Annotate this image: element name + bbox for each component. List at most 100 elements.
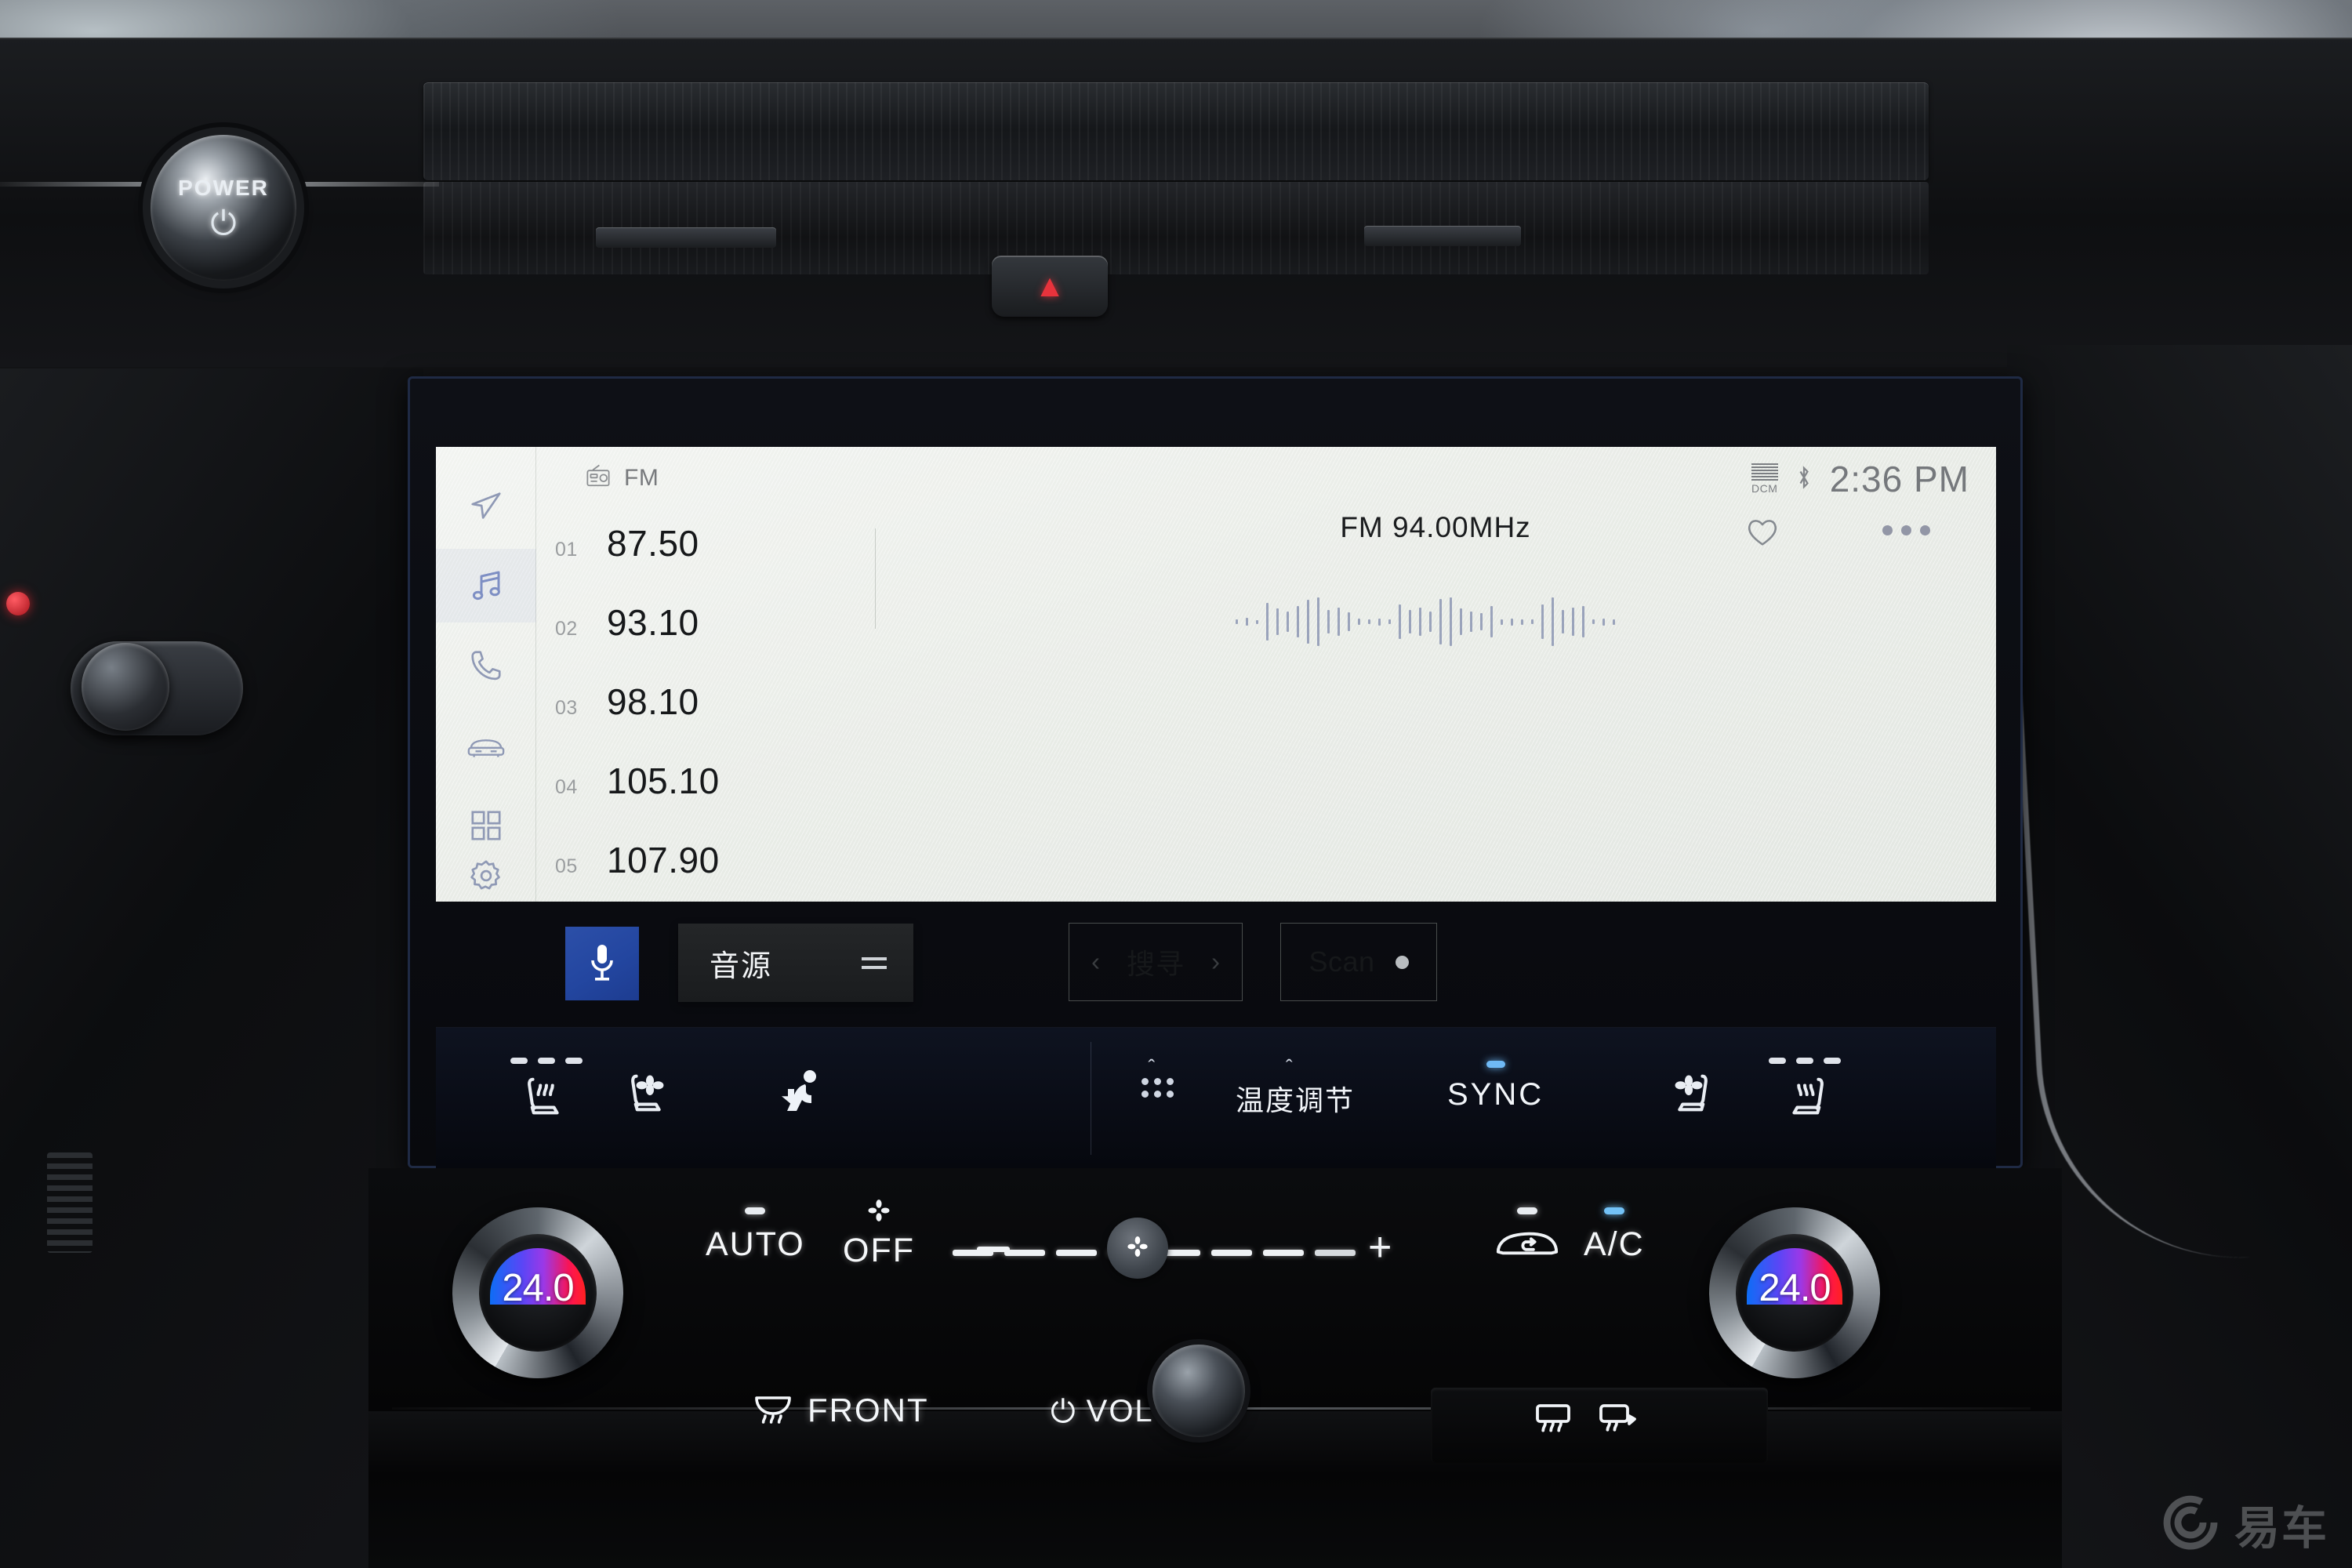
rear-defrost-icon[interactable] bbox=[1533, 1402, 1577, 1442]
fan-segment[interactable] bbox=[1056, 1250, 1097, 1256]
power-button[interactable]: POWER ⏻ bbox=[151, 135, 296, 281]
fan-segment[interactable] bbox=[953, 1250, 993, 1256]
sidebar-item-media[interactable] bbox=[436, 549, 536, 622]
auto-label: AUTO bbox=[706, 1225, 805, 1263]
seat-ventilation-icon bbox=[1663, 1069, 1715, 1121]
chevron-up-icon[interactable]: ˆ bbox=[1286, 1057, 1305, 1077]
preset-frequency: 87.50 bbox=[607, 523, 699, 564]
more-options-button[interactable] bbox=[1882, 525, 1930, 535]
fan-segment[interactable] bbox=[1211, 1250, 1252, 1256]
scan-button[interactable]: Scan bbox=[1280, 923, 1437, 1001]
hamburger-menu-icon[interactable] bbox=[862, 956, 887, 969]
preset-number: 02 bbox=[555, 618, 578, 640]
heart-outline-icon bbox=[1745, 520, 1780, 550]
preset-frequency: 93.10 bbox=[607, 602, 699, 643]
voice-assistant-button[interactable] bbox=[565, 927, 639, 1000]
left-seat-heater-level bbox=[510, 1056, 583, 1065]
volume-power-button[interactable]: ⏻ VOL bbox=[1051, 1394, 1154, 1429]
status-clock: 2:36 PM bbox=[1829, 459, 1969, 499]
rear-defrost-group[interactable] bbox=[1533, 1402, 1641, 1442]
preset-item[interactable]: 01 87.50 bbox=[555, 522, 853, 601]
left-seat-ventilation-button[interactable] bbox=[624, 1069, 676, 1121]
watermark-text: 易车 bbox=[2234, 1503, 2328, 1554]
power-button-label: POWER bbox=[178, 176, 269, 200]
navigation-arrow-icon bbox=[468, 488, 504, 524]
bluetooth-icon bbox=[1795, 463, 1813, 495]
fan-segment[interactable] bbox=[1315, 1250, 1356, 1256]
fan-icon bbox=[866, 1198, 892, 1227]
airflow-grid-button[interactable]: ˆ bbox=[1142, 1057, 1174, 1098]
more-options-icon bbox=[1882, 525, 1893, 535]
status-bar: FM DCM 2:36 PM bbox=[436, 447, 1996, 506]
left-temperature-knob[interactable]: 24.0 bbox=[452, 1207, 623, 1378]
preset-item[interactable]: 03 98.10 bbox=[555, 681, 853, 760]
fan-segment[interactable] bbox=[1004, 1250, 1045, 1256]
sidebar-item-phone[interactable] bbox=[436, 629, 536, 702]
fan-slider-handle[interactable] bbox=[1107, 1218, 1168, 1279]
favorite-button[interactable] bbox=[1745, 516, 1780, 551]
right-temperature-value: 24.0 bbox=[1759, 1267, 1831, 1309]
front-defrost-button[interactable]: FRONT bbox=[753, 1392, 929, 1429]
right-temperature-knob[interactable]: 24.0 bbox=[1709, 1207, 1880, 1378]
speaker-grille bbox=[47, 1152, 93, 1253]
fan-segment[interactable] bbox=[1263, 1250, 1304, 1256]
audio-source-chip[interactable]: 音源 bbox=[678, 924, 913, 1002]
preset-frequency: 105.10 bbox=[607, 760, 720, 801]
vent-louver-left[interactable] bbox=[596, 227, 776, 248]
yiche-logo-icon bbox=[2162, 1494, 2219, 1555]
climate-touch-bar[interactable]: ˆ ˆ 温度调节 SYNC bbox=[436, 1027, 1996, 1168]
seat-heater-icon bbox=[1779, 1073, 1831, 1126]
front-defrost-icon bbox=[753, 1393, 793, 1428]
ac-button[interactable]: A/C bbox=[1584, 1207, 1645, 1264]
left-seat-heater-button[interactable] bbox=[510, 1056, 583, 1126]
chevron-up-icon[interactable]: ˆ bbox=[1149, 1057, 1167, 1077]
chevron-right-icon[interactable]: › bbox=[1211, 947, 1220, 977]
recirculation-button[interactable] bbox=[1494, 1207, 1561, 1264]
air-recirculation-icon bbox=[1494, 1225, 1561, 1264]
chevron-left-icon[interactable]: ‹ bbox=[1091, 947, 1100, 977]
status-source-group: FM bbox=[585, 464, 659, 492]
sync-button[interactable]: SYNC bbox=[1447, 1061, 1544, 1112]
fan-off-label: OFF bbox=[843, 1232, 915, 1269]
car-icon bbox=[466, 730, 506, 761]
front-defrost-label: FRONT bbox=[808, 1392, 929, 1428]
hvac-bottom-strip bbox=[368, 1411, 2062, 1568]
vent-louver-right[interactable] bbox=[1364, 226, 1521, 246]
sidebar-item-navigation[interactable] bbox=[436, 469, 536, 543]
audio-waveform bbox=[1236, 586, 1847, 657]
radio-action-row bbox=[436, 815, 1996, 902]
preset-number: 03 bbox=[555, 697, 578, 719]
sync-label: SYNC bbox=[1447, 1077, 1544, 1112]
right-seat-heater-button[interactable] bbox=[1769, 1056, 1841, 1126]
now-playing-frequency: FM 94.00MHz bbox=[1340, 511, 1531, 543]
ac-indicator bbox=[1603, 1207, 1624, 1214]
seek-button[interactable]: ‹ 搜寻 › bbox=[1069, 923, 1243, 1001]
fan-off-button[interactable]: OFF bbox=[843, 1198, 915, 1270]
mirror-defrost-icon[interactable] bbox=[1595, 1402, 1641, 1442]
power-icon: ⏻ bbox=[210, 205, 237, 241]
music-note-icon bbox=[467, 567, 505, 604]
preset-item[interactable]: 02 93.10 bbox=[555, 601, 853, 681]
shift-knob[interactable] bbox=[82, 643, 169, 731]
auto-button[interactable]: AUTO bbox=[706, 1207, 805, 1264]
hazard-light-button[interactable]: ▲ bbox=[992, 256, 1108, 317]
fan-icon bbox=[1125, 1235, 1150, 1262]
scan-status-indicator bbox=[1395, 955, 1409, 969]
preset-number: 04 bbox=[555, 776, 578, 798]
right-seat-ventilation-button[interactable] bbox=[1663, 1069, 1715, 1121]
sidebar-item-vehicle[interactable] bbox=[436, 709, 536, 782]
dashboard-left-panel bbox=[0, 368, 423, 1568]
dcm-signal-icon: DCM bbox=[1751, 463, 1778, 495]
power-icon: ⏻ bbox=[1051, 1394, 1076, 1429]
fan-increase-button[interactable]: + bbox=[1368, 1227, 1392, 1268]
seek-label: 搜寻 bbox=[1126, 948, 1185, 980]
ac-label: A/C bbox=[1584, 1225, 1645, 1263]
volume-knob[interactable] bbox=[1152, 1345, 1245, 1437]
right-seat-heater-level bbox=[1769, 1056, 1841, 1065]
airflow-mode-button[interactable] bbox=[769, 1064, 832, 1124]
fan-speed-slider[interactable] bbox=[953, 1229, 1392, 1276]
temperature-adjust-button[interactable]: ˆ 温度调节 bbox=[1236, 1057, 1355, 1119]
volume-label: VOL bbox=[1086, 1394, 1154, 1428]
phone-icon bbox=[468, 648, 504, 684]
infotainment-screen[interactable]: FM DCM 2:36 PM 01 87.50 02 93.10 03 98.1… bbox=[436, 447, 1996, 902]
